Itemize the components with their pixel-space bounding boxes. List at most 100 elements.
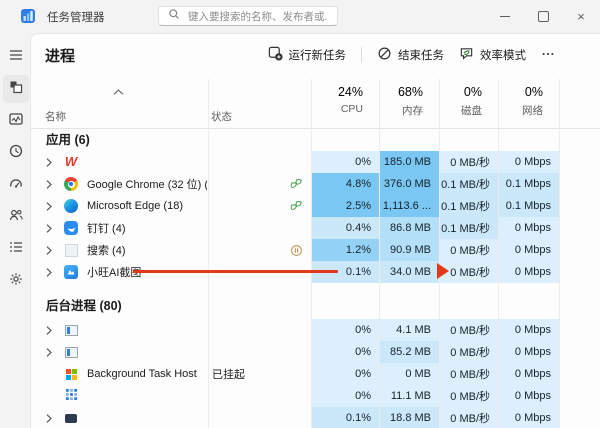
sidebar-nav bbox=[0, 33, 30, 427]
sidebar-item-menu[interactable] bbox=[3, 43, 29, 71]
page-title: 进程 bbox=[45, 45, 75, 66]
task-manager-app-icon bbox=[20, 8, 36, 24]
column-header-name[interactable]: 名称 bbox=[45, 109, 66, 124]
pause-icon bbox=[290, 244, 303, 257]
expand-chevron-icon[interactable] bbox=[45, 413, 55, 424]
process-row[interactable]: Microsoft Edge (18) 2.5%1,113.6 ...0.1 M… bbox=[31, 195, 600, 217]
more-options-button[interactable] bbox=[541, 47, 555, 64]
network-cell: 0 Mbps bbox=[499, 261, 559, 283]
memory-cell: 18.8 MB bbox=[380, 407, 439, 428]
performance-icon bbox=[8, 111, 24, 132]
cpu-cell: 0% bbox=[312, 385, 379, 407]
expand-chevron-icon[interactable] bbox=[45, 157, 55, 168]
network-cell: 0 Mbps bbox=[499, 341, 559, 363]
disk-cell: 0 MB/秒 bbox=[440, 151, 498, 173]
memory-cell: 11.1 MB bbox=[380, 385, 439, 407]
blue-grid-icon bbox=[66, 387, 77, 405]
status-cell bbox=[209, 385, 309, 407]
sidebar-item-services[interactable] bbox=[3, 267, 29, 295]
status-cell bbox=[209, 151, 309, 173]
process-row[interactable]: Google Chrome (32 位) (11) 4.8%376.0 MB0.… bbox=[31, 173, 600, 195]
name-cell: Google Chrome (32 位) (11) bbox=[31, 173, 208, 195]
disk-cell: 0.1 MB/秒 bbox=[440, 195, 498, 217]
process-name: 搜索 (4) bbox=[87, 242, 126, 258]
xiaowang-icon bbox=[64, 265, 78, 279]
column-header-status[interactable]: 状态 bbox=[211, 109, 232, 124]
sort-asc-icon bbox=[113, 82, 124, 100]
sidebar-item-processes[interactable] bbox=[3, 75, 29, 103]
process-row[interactable]: W 0%185.0 MB0 MB/秒0 Mbps bbox=[31, 151, 600, 173]
column-header-memory[interactable]: 68% 内存 bbox=[380, 85, 431, 118]
expand-chevron-icon[interactable] bbox=[45, 267, 55, 278]
memory-cell: 85.2 MB bbox=[380, 341, 439, 363]
toolbar-button-2[interactable]: 结束任务 bbox=[377, 46, 444, 64]
process-row[interactable]: 钉钉 (4) 0.4%86.8 MB0.1 MB/秒0 Mbps bbox=[31, 217, 600, 239]
sidebar-item-users[interactable] bbox=[3, 203, 29, 231]
group-header[interactable]: 应用 (6) bbox=[31, 129, 600, 151]
network-cell: 0 Mbps bbox=[499, 319, 559, 341]
processes-icon bbox=[8, 79, 24, 100]
app-history-icon bbox=[8, 143, 24, 164]
sidebar-item-details[interactable] bbox=[3, 235, 29, 263]
search-app-icon bbox=[65, 244, 78, 257]
window-controls: × bbox=[486, 0, 600, 33]
network-cell: 0 Mbps bbox=[499, 151, 559, 173]
toolbar-button-3[interactable]: 效率模式 bbox=[459, 46, 526, 64]
column-header-disk[interactable]: 0% 磁盘 bbox=[440, 85, 490, 118]
dingtalk-icon bbox=[64, 221, 78, 235]
cpu-cell: 2.5% bbox=[312, 195, 379, 217]
minimize-button[interactable] bbox=[486, 0, 524, 33]
microsoft-logo-icon bbox=[66, 369, 77, 380]
expand-chevron-icon[interactable] bbox=[45, 347, 55, 358]
process-row[interactable]: Background Task Host 已挂起0%0 MB0 MB/秒0 Mb… bbox=[31, 363, 600, 385]
search-placeholder: 键入要搜索的名称、发布者或... bbox=[188, 9, 328, 24]
status-cell bbox=[209, 217, 309, 239]
cpu-cell: 0% bbox=[312, 151, 379, 173]
expand-chevron-icon[interactable] bbox=[45, 245, 55, 256]
cpu-cell: 0% bbox=[312, 319, 379, 341]
process-row[interactable]: 0%85.2 MB0 MB/秒0 Mbps bbox=[31, 341, 600, 363]
expand-chevron-icon[interactable] bbox=[45, 325, 55, 336]
toolbar-separator bbox=[361, 47, 362, 63]
chrome-icon bbox=[64, 177, 78, 191]
column-header-cpu[interactable]: 24% CPU bbox=[312, 85, 371, 115]
close-button[interactable]: × bbox=[562, 0, 600, 33]
wps-icon: W bbox=[65, 155, 77, 169]
process-row[interactable]: 0%4.1 MB0 MB/秒0 Mbps bbox=[31, 319, 600, 341]
toolbar-button-1[interactable]: 运行新任务 bbox=[268, 46, 347, 64]
status-cell: 已挂起 bbox=[209, 363, 309, 385]
end-task-icon bbox=[377, 46, 392, 64]
edge-icon bbox=[64, 199, 78, 213]
group-gap bbox=[31, 283, 600, 291]
new-task-icon bbox=[268, 46, 283, 64]
memory-cell: 34.0 MB bbox=[380, 261, 439, 283]
disk-cell: 0 MB/秒 bbox=[440, 239, 498, 261]
process-row[interactable]: 搜索 (4) 1.2%90.9 MB0 MB/秒0 Mbps bbox=[31, 239, 600, 261]
disk-cell: 0 MB/秒 bbox=[440, 407, 498, 428]
memory-cell: 185.0 MB bbox=[380, 151, 439, 173]
app-window-icon bbox=[65, 347, 78, 358]
search-box[interactable]: 键入要搜索的名称、发布者或... bbox=[158, 6, 338, 26]
task-manager-window: 任务管理器 键入要搜索的名称、发布者或... × 进程 运行新任务结束任务效率模… bbox=[0, 0, 600, 427]
expand-chevron-icon[interactable] bbox=[45, 201, 55, 212]
sidebar-item-startup-apps[interactable] bbox=[3, 171, 29, 199]
cpu-cell: 0.4% bbox=[312, 217, 379, 239]
disk-cell: 0.1 MB/秒 bbox=[440, 173, 498, 195]
cpu-cell: 4.8% bbox=[312, 173, 379, 195]
maximize-button[interactable] bbox=[524, 0, 562, 33]
group-header[interactable]: 后台进程 (80) bbox=[31, 291, 600, 319]
toolbar-button-label: 运行新任务 bbox=[289, 47, 347, 63]
process-row[interactable]: 0%11.1 MB0 MB/秒0 Mbps bbox=[31, 385, 600, 407]
column-header-network[interactable]: 0% 网络 bbox=[499, 85, 551, 118]
process-row[interactable]: 0.1%18.8 MB0 MB/秒0 Mbps bbox=[31, 407, 600, 428]
name-cell: 钉钉 (4) bbox=[31, 217, 208, 239]
cpu-cell: 1.2% bbox=[312, 239, 379, 261]
sidebar-item-app-history[interactable] bbox=[3, 139, 29, 167]
more-icon bbox=[541, 47, 555, 64]
expand-chevron-icon[interactable] bbox=[45, 179, 55, 190]
status-cell bbox=[209, 173, 309, 195]
sidebar-item-performance[interactable] bbox=[3, 107, 29, 135]
maximize-icon bbox=[538, 11, 549, 22]
network-cell: 0.1 Mbps bbox=[499, 195, 559, 217]
expand-chevron-icon[interactable] bbox=[45, 223, 55, 234]
